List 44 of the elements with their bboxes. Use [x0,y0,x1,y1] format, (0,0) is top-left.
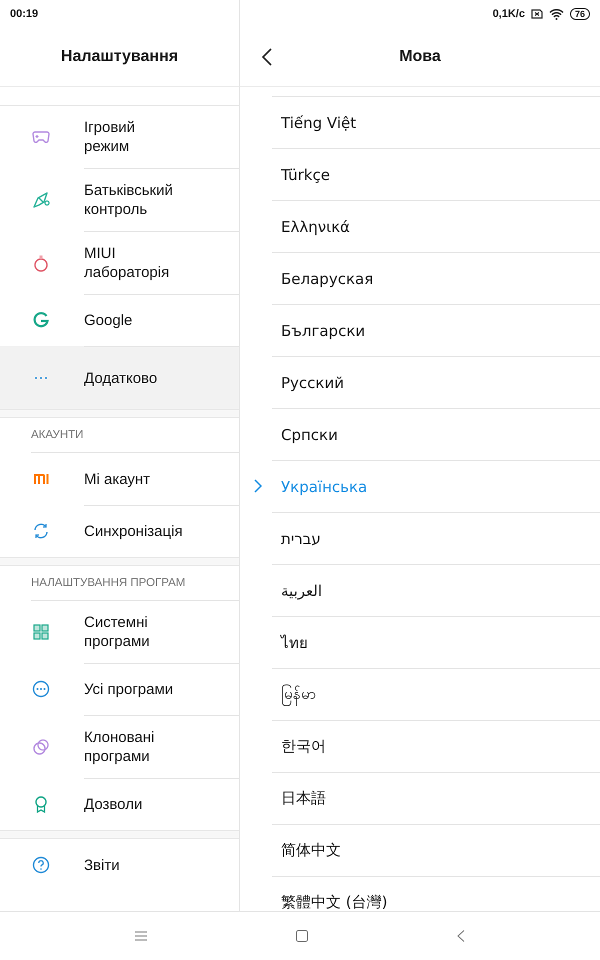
item-label: Звіти [84,856,120,874]
status-time: 00:19 [10,8,38,20]
language-option[interactable]: 繁體中文 (台灣) [272,876,600,911]
item-label: Google [84,311,132,330]
back-icon[interactable] [260,47,274,67]
wifi-icon [548,8,564,20]
item-label: Mi акаунт [84,470,150,488]
no-sim-icon [530,9,543,19]
language-option[interactable]: Türkçe [272,148,600,200]
language-option[interactable]: Српски [272,408,600,460]
item-label: Дозволи [84,795,142,814]
overlapping-circles-icon [31,736,51,756]
language-option[interactable]: Български [272,304,600,356]
more-circle-icon [31,679,51,699]
language-option[interactable]: Русский [272,356,600,408]
language-option[interactable]: 简体中文 [272,824,600,876]
settings-item[interactable]: Додатково [0,346,239,409]
rocket-icon [31,190,51,210]
battery-indicator: 76 [570,8,590,20]
panel-title: Мова [399,48,441,66]
grid-icon [31,622,51,642]
language-option[interactable]: Tiếng Việt [272,96,600,148]
home-square-icon[interactable] [296,930,308,942]
item-label: Батьківський контроль [84,181,173,219]
item-label: Додатково [84,368,158,388]
language-option[interactable]: Ελληνικά [272,200,600,252]
language-option[interactable]: עברית [272,512,600,564]
item-label: Системні програми [84,613,150,651]
language-option[interactable]: Беларуская [272,252,600,304]
language-option[interactable]: العربية [272,564,600,616]
language-option[interactable]: 한국어 [272,720,600,772]
letter-g-icon [31,310,51,330]
item-label: Ігровий режим [84,118,136,156]
language-option[interactable]: မြန်မာ [272,668,600,720]
menu-icon[interactable] [134,931,147,941]
item-label: Синхронізація [84,522,183,541]
panel-title: Налаштування [60,48,178,66]
language-option[interactable]: 日本語 [272,772,600,824]
item-label: Усі програми [84,680,174,699]
language-option[interactable]: ไทย [272,616,600,668]
item-label: MIUI лабораторія [84,244,170,282]
help-icon [31,855,51,875]
item-label: Клоновані програми [84,728,154,766]
network-speed: 0,1K/с [492,8,525,20]
